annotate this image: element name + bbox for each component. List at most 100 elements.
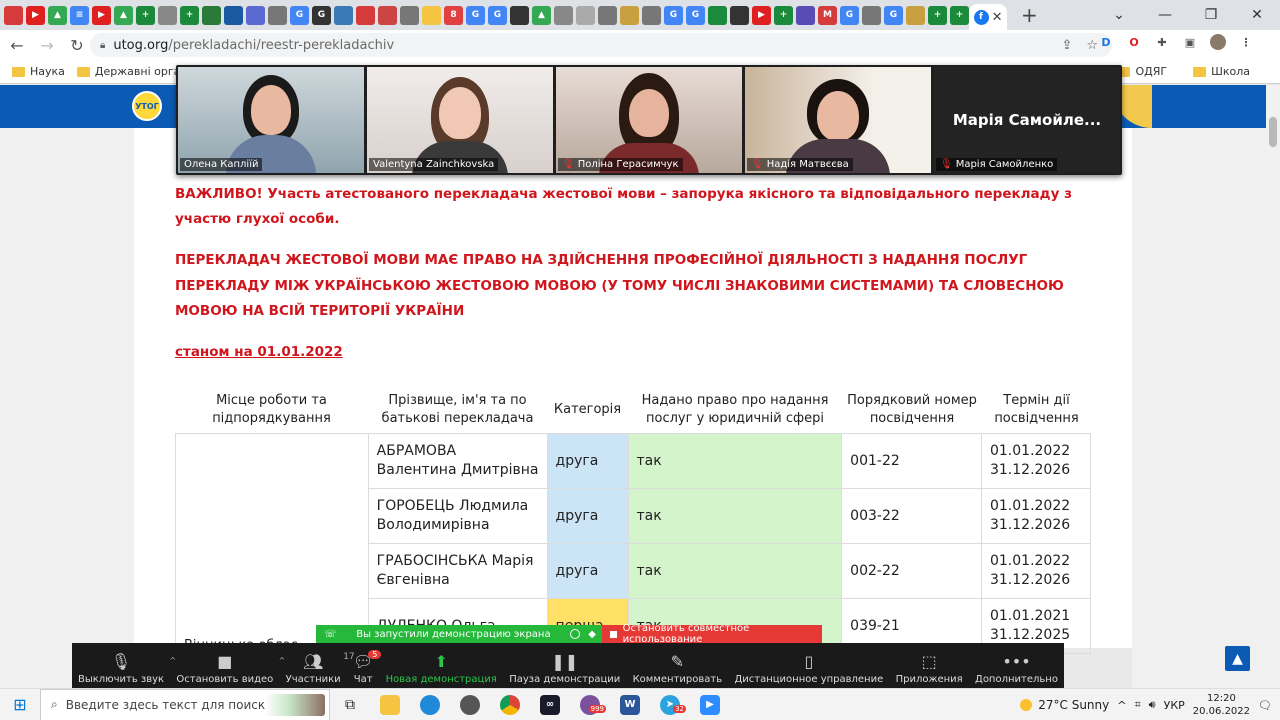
chrome-icon[interactable]: [490, 694, 530, 715]
tab-favicon[interactable]: [510, 5, 529, 25]
tab-favicon[interactable]: [862, 5, 881, 25]
task-view-icon[interactable]: ⧉: [330, 697, 370, 713]
app-icon[interactable]: [450, 694, 490, 715]
youtube-tab-icon[interactable]: ▶: [26, 5, 45, 25]
active-tab[interactable]: f ✕: [969, 4, 1007, 30]
google-tab-icon[interactable]: G: [884, 5, 903, 25]
video-tile[interactable]: 🎙︎ Надія Матвєєва: [745, 67, 931, 173]
stop-video-button[interactable]: ■ ^ Остановить видео: [176, 652, 285, 686]
tab-favicon[interactable]: [246, 5, 265, 25]
forward-arrow-icon[interactable]: →: [34, 36, 60, 55]
tab-favicon[interactable]: [576, 5, 595, 25]
annotate-button[interactable]: ✎ Комментировать: [633, 652, 723, 686]
chevron-up-icon[interactable]: ^: [169, 656, 176, 665]
share-shield-icon[interactable]: ◆: [588, 629, 596, 640]
google-tab-icon[interactable]: G: [840, 5, 859, 25]
classroom-tab-icon[interactable]: +: [180, 5, 199, 25]
minimize-icon[interactable]: —: [1142, 0, 1188, 30]
drive-tab-icon[interactable]: ▲: [114, 5, 133, 25]
weather-widget[interactable]: 27°C Sunny: [1020, 698, 1109, 712]
google-tab-icon[interactable]: G: [686, 5, 705, 25]
classroom-tab-icon[interactable]: +: [928, 5, 947, 25]
back-arrow-icon[interactable]: ←: [4, 36, 30, 55]
app-icon[interactable]: ∞: [530, 694, 570, 715]
tab-favicon[interactable]: [796, 5, 815, 25]
participants-button[interactable]: 👥︎ 17 Участники: [286, 652, 355, 686]
google-tab-icon[interactable]: G: [488, 5, 507, 25]
mute-button[interactable]: 🎙︎ ^ Выключить звук: [78, 652, 176, 686]
share-info-icon[interactable]: [570, 629, 581, 639]
tab-favicon[interactable]: [334, 5, 353, 25]
lock-icon[interactable]: 🔒︎: [100, 40, 105, 51]
file-explorer-icon[interactable]: [370, 694, 410, 715]
tab-favicon[interactable]: [906, 5, 925, 25]
reload-icon[interactable]: ↻: [64, 36, 90, 55]
close-window-icon[interactable]: ✕: [1234, 0, 1280, 30]
google-tab-icon[interactable]: G: [466, 5, 485, 25]
tab-favicon[interactable]: [730, 5, 749, 25]
tab-favicon[interactable]: [422, 5, 441, 25]
opera-extension-icon[interactable]: O: [1126, 34, 1142, 50]
bookmark-folder[interactable]: Наука: [12, 65, 65, 78]
viber-icon[interactable]: 999: [570, 694, 610, 715]
notifications-icon[interactable]: 🗨︎: [1258, 699, 1272, 712]
taskbar-search-box[interactable]: ⌕ Введите здесь текст для поиска: [40, 688, 330, 720]
youtube-tab-icon[interactable]: ▶: [92, 5, 111, 25]
pause-share-button[interactable]: ❚❚ Пауза демонстрации: [509, 652, 620, 686]
chevron-up-icon[interactable]: ^: [279, 656, 286, 665]
tab-favicon[interactable]: [708, 5, 727, 25]
telegram-icon[interactable]: ➤ 32: [650, 694, 690, 715]
video-tile[interactable]: Valentyna Zainchkovska: [367, 67, 553, 173]
maximize-icon[interactable]: ❐: [1188, 0, 1234, 30]
gov-emblem-tab-icon[interactable]: [224, 5, 243, 25]
tab-favicon[interactable]: [378, 5, 397, 25]
menu-dots-icon[interactable]: ⋮: [1238, 34, 1254, 50]
new-tab-icon[interactable]: +: [1021, 3, 1038, 27]
docs-tab-icon[interactable]: ≡: [70, 5, 89, 25]
tab-search-chevron-icon[interactable]: ⌄: [1096, 0, 1142, 30]
video-tile[interactable]: Марія Самойле... 🎙︎ Марія Самойленко: [934, 67, 1120, 173]
stop-share-button[interactable]: Остановить совместное использование: [602, 623, 822, 645]
classroom-tab-icon[interactable]: +: [136, 5, 155, 25]
scroll-to-top-button[interactable]: ▲: [1225, 646, 1250, 671]
tab-favicon[interactable]: [158, 5, 177, 25]
bookmark-folder[interactable]: Школа: [1193, 65, 1250, 78]
tab-favicon[interactable]: [642, 5, 661, 25]
language-indicator[interactable]: УКР: [1164, 699, 1185, 712]
drive-tab-icon[interactable]: ▲: [48, 5, 67, 25]
google-tab-icon[interactable]: G: [290, 5, 309, 25]
tab-favicon[interactable]: [620, 5, 639, 25]
edge-icon[interactable]: [410, 694, 450, 715]
clock[interactable]: 12:20 20.06.2022: [1193, 692, 1250, 718]
profile-avatar[interactable]: [1210, 34, 1226, 50]
new-share-button[interactable]: ⬆ Новая демонстрация: [386, 652, 497, 686]
chat-button[interactable]: 💬︎ 5 Чат: [353, 650, 382, 685]
drive-tab-icon[interactable]: ▲: [532, 5, 551, 25]
more-button[interactable]: ••• Дополнительно: [975, 652, 1058, 686]
scrollbar-thumb[interactable]: [1269, 117, 1277, 147]
tab-favicon[interactable]: 8: [444, 5, 463, 25]
page-scrollbar[interactable]: [1266, 85, 1280, 688]
remote-control-button[interactable]: ▯ Дистанционное управление: [734, 652, 883, 686]
tab-favicon[interactable]: [202, 5, 221, 25]
tab-favicon[interactable]: [400, 5, 419, 25]
close-tab-icon[interactable]: ✕: [992, 10, 1003, 25]
tab-favicon[interactable]: [268, 5, 287, 25]
zoom-app-icon[interactable]: ▶: [690, 694, 730, 715]
bookmark-star-icon[interactable]: ☆: [1086, 38, 1098, 53]
network-icon[interactable]: ⌗: [1134, 698, 1140, 712]
extension-icon[interactable]: D: [1098, 34, 1114, 50]
google-tab-icon[interactable]: G: [312, 5, 331, 25]
word-icon[interactable]: W: [610, 694, 650, 715]
chevron-up-icon[interactable]: ^: [1117, 699, 1126, 712]
youtube-tab-icon[interactable]: ▶: [752, 5, 771, 25]
tab-favicon[interactable]: [598, 5, 617, 25]
classroom-tab-icon[interactable]: +: [950, 5, 969, 25]
tab-favicon[interactable]: [356, 5, 375, 25]
url-bar[interactable]: 🔒︎ utog.org/perekladachi/reestr-pereklad…: [90, 33, 1112, 57]
tab-favicon[interactable]: [554, 5, 573, 25]
windows-start-icon[interactable]: ⊞: [0, 695, 40, 714]
share-status[interactable]: ☏ Вы запустили демонстрацию экрана ◆: [316, 625, 602, 643]
tab-favicon[interactable]: [4, 5, 23, 25]
volume-icon[interactable]: 🔊︎: [1149, 698, 1156, 712]
